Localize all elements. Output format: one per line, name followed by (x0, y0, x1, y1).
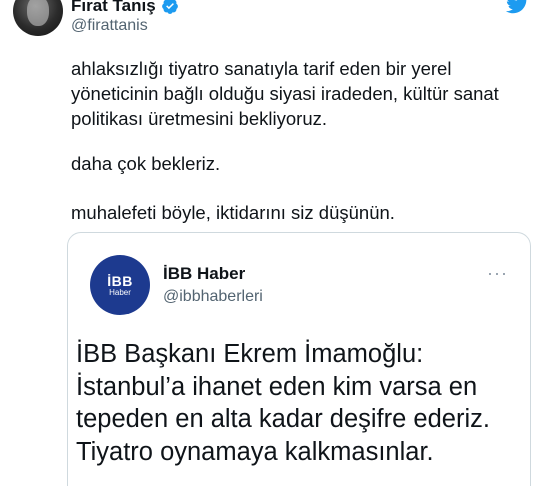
quoted-author-avatar[interactable]: İBB Haber (90, 255, 150, 315)
more-dots-icon[interactable]: ··· (487, 263, 508, 284)
tweet-header: Fırat Tanış @firattanis (0, 0, 544, 46)
verified-badge-icon (161, 0, 178, 14)
author-display-name[interactable]: Fırat Tanış (71, 0, 156, 16)
avatar-face (27, 0, 49, 26)
author-handle[interactable]: @firattanis (71, 17, 148, 35)
tweet-paragraph-1: ahlaksızlığı tiyatro sanatıyla tarif ede… (71, 58, 499, 129)
ibb-logo-text: İBB (107, 272, 133, 289)
tweet-paragraph-2: daha çok bekleriz. (71, 153, 221, 174)
quoted-author-name[interactable]: İBB Haber (163, 264, 245, 284)
quoted-tweet-card[interactable]: İBB Haber İBB Haber @ibbhaberleri ··· İB… (67, 232, 531, 486)
tweet-paragraph-3: muhalefeti böyle, iktidarını siz düşünün… (71, 202, 395, 223)
ibb-logo-subtext: Haber (109, 287, 131, 297)
author-avatar[interactable] (13, 0, 63, 36)
twitter-bird-icon[interactable] (504, 0, 530, 16)
quoted-author-handle[interactable]: @ibbhaberleri (163, 288, 263, 306)
quoted-tweet-text: İBB Başkanı Ekrem İmamoğlu: İstanbul’a i… (76, 340, 490, 466)
author-name-row: Fırat Tanış (71, 0, 179, 16)
